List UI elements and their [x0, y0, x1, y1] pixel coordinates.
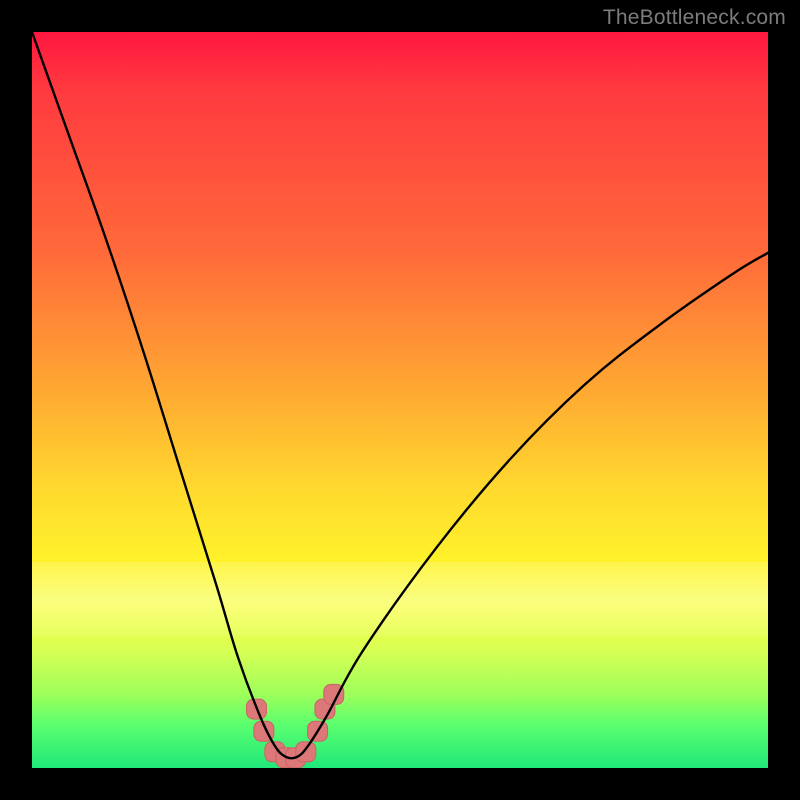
watermark-text: TheBottleneck.com [603, 6, 786, 30]
outer-black-frame: TheBottleneck.com [0, 0, 800, 800]
chart-svg [32, 32, 768, 768]
bottleneck-curve [32, 32, 768, 758]
cluster-point [296, 742, 316, 762]
cluster-points-group [246, 684, 343, 767]
plot-area [32, 32, 768, 768]
